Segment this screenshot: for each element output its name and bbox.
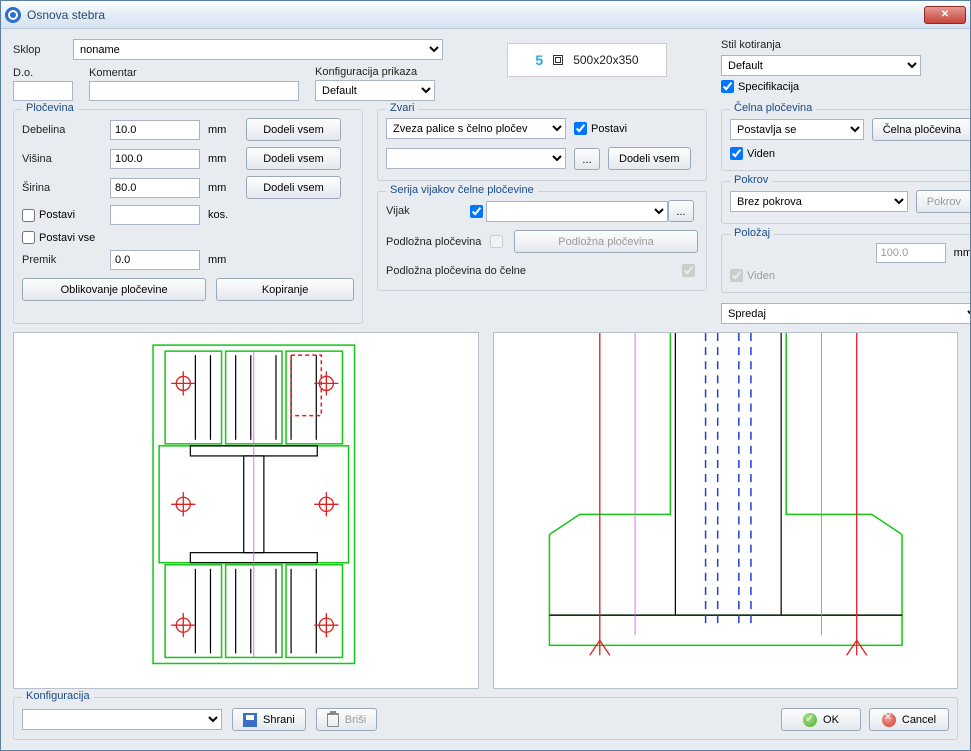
podlozna-button: Podložna pločevina: [514, 230, 698, 253]
header-right: Stil kotiranja Default Specifikacija: [721, 39, 970, 93]
kopiranje-button[interactable]: Kopiranje: [216, 278, 354, 301]
ok-button[interactable]: OK: [781, 708, 861, 731]
header-left: Sklop noname D.o. Komentar Konf: [13, 39, 493, 101]
visina-input[interactable]: [110, 149, 200, 169]
konfiguracija-select[interactable]: [22, 709, 222, 730]
shrani-button[interactable]: Shrani: [232, 708, 306, 731]
visina-unit: mm: [208, 153, 238, 165]
podlozna-checkbox: [490, 235, 503, 248]
celna-viden-checkbox[interactable]: Viden: [730, 147, 970, 160]
visina-dodeli-button[interactable]: Dodeli vsem: [246, 147, 341, 170]
trash-icon: [327, 713, 339, 727]
polozaj-title: Položaj: [730, 227, 774, 239]
stil-title: Stil kotiranja: [721, 39, 970, 51]
postavi-kos-input: [110, 205, 200, 225]
footer-group: Konfiguracija Shrani Briši OK Cancel: [13, 697, 958, 740]
polozaj-viden-checkbox: Viden: [730, 269, 970, 282]
debelina-dodeli-button[interactable]: Dodeli vsem: [246, 118, 341, 141]
celna-select[interactable]: Postavlja se: [730, 119, 864, 140]
sirina-dodeli-button[interactable]: Dodeli vsem: [246, 176, 341, 199]
sirina-unit: mm: [208, 182, 238, 194]
drawing-left[interactable]: [13, 332, 479, 689]
pokrov-select[interactable]: Brez pokrova: [730, 191, 908, 212]
drawing-right[interactable]: [493, 332, 959, 689]
check-icon: [803, 713, 817, 727]
kos-label: kos.: [208, 209, 238, 221]
zvari-select-1[interactable]: Zveza palice s čelno pločev: [386, 118, 566, 139]
cancel-button[interactable]: Cancel: [869, 708, 949, 731]
do-label: D.o.: [13, 67, 73, 79]
vijak-select[interactable]: [486, 201, 668, 222]
zvari-postavi-checkbox-input[interactable]: [574, 122, 587, 135]
postavi-vse-checkbox-input[interactable]: [22, 231, 35, 244]
zvari-group: Zvari Zveza palice s čelno pločev Postav…: [377, 109, 707, 181]
debelina-unit: mm: [208, 124, 238, 136]
sirina-input[interactable]: [110, 178, 200, 198]
podlozna-do-label: Podložna pločevina do čelne: [386, 265, 668, 277]
celna-button[interactable]: Čelna pločevina: [872, 118, 970, 141]
serija-title: Serija vijakov čelne pločevine: [386, 184, 538, 196]
pokrov-title: Pokrov: [730, 174, 772, 186]
sklop-label: Sklop: [13, 44, 63, 56]
visina-label: Višina: [22, 153, 102, 165]
konfig-label: Konfiguracija prikaza: [315, 66, 435, 78]
footer-title: Konfiguracija: [22, 690, 94, 702]
preview-badge: 5 500x20x350: [507, 43, 667, 77]
vijak-label: Vijak: [386, 205, 466, 217]
polozaj-unit: mm: [954, 247, 970, 259]
spredaj-select[interactable]: Spredaj: [721, 303, 970, 324]
celna-title: Čelna pločevina: [730, 102, 816, 114]
save-icon: [243, 713, 257, 727]
plocevina-title: Pločevina: [22, 102, 78, 114]
titlebar: Osnova stebra ✕: [1, 1, 970, 29]
pokrov-group: Pokrov Brez pokrova Pokrov: [721, 181, 970, 224]
postavi-checkbox-input[interactable]: [22, 209, 35, 222]
window-title: Osnova stebra: [27, 8, 924, 22]
sirina-label: Širina: [22, 182, 102, 194]
konfig-select[interactable]: Default: [315, 80, 435, 101]
spec-checkbox-input[interactable]: [721, 80, 734, 93]
serija-group: Serija vijakov čelne pločevine Vijak ...…: [377, 191, 707, 291]
preview-dims: 500x20x350: [573, 53, 638, 67]
cancel-icon: [882, 713, 896, 727]
app-icon: [5, 7, 21, 23]
zvari-select-2[interactable]: [386, 148, 566, 169]
premik-input[interactable]: [110, 250, 200, 270]
preview-count: 5: [535, 52, 543, 68]
celna-group: Čelna pločevina Postavlja se Čelna ploče…: [721, 109, 970, 171]
polozaj-group: Položaj mm Viden: [721, 234, 970, 293]
debelina-input[interactable]: [110, 120, 200, 140]
vijak-checkbox[interactable]: [470, 205, 483, 218]
zvari-postavi-checkbox[interactable]: Postavi: [574, 122, 627, 135]
premik-unit: mm: [208, 254, 238, 266]
zvari-dodeli-button[interactable]: Dodeli vsem: [608, 147, 691, 170]
debelina-label: Debelina: [22, 124, 102, 136]
brisi-button: Briši: [316, 708, 377, 731]
komentar-input[interactable]: [89, 81, 299, 101]
vijak-browse-button[interactable]: ...: [668, 200, 694, 222]
premik-label: Premik: [22, 254, 102, 266]
postavi-vse-checkbox[interactable]: Postavi vse: [22, 231, 102, 244]
celna-viden-checkbox-input[interactable]: [730, 147, 743, 160]
podlozna-label: Podložna pločevina: [386, 236, 486, 248]
do-input[interactable]: [13, 81, 73, 101]
zvari-browse-button[interactable]: ...: [574, 148, 600, 170]
polozaj-input: [876, 243, 946, 263]
oblikovanje-button[interactable]: Oblikovanje pločevine: [22, 278, 206, 301]
plocevina-group: Pločevina Debelina mm Dodeli vsem Višina…: [13, 109, 363, 324]
polozaj-viden-checkbox-input: [730, 269, 743, 282]
header-center: 5 500x20x350: [507, 39, 707, 77]
zvari-title: Zvari: [386, 102, 418, 114]
section-icon: [553, 55, 563, 65]
pokrov-button: Pokrov: [916, 190, 970, 213]
close-button[interactable]: ✕: [924, 6, 966, 24]
postavi-checkbox[interactable]: Postavi: [22, 209, 102, 222]
stil-select[interactable]: Default: [721, 55, 921, 76]
komentar-label: Komentar: [89, 67, 299, 79]
dialog-window: Osnova stebra ✕ Sklop noname D.o.: [0, 0, 971, 751]
podlozna-do-checkbox: [682, 264, 695, 277]
sklop-select[interactable]: noname: [73, 39, 443, 60]
spec-checkbox[interactable]: Specifikacija: [721, 80, 970, 93]
